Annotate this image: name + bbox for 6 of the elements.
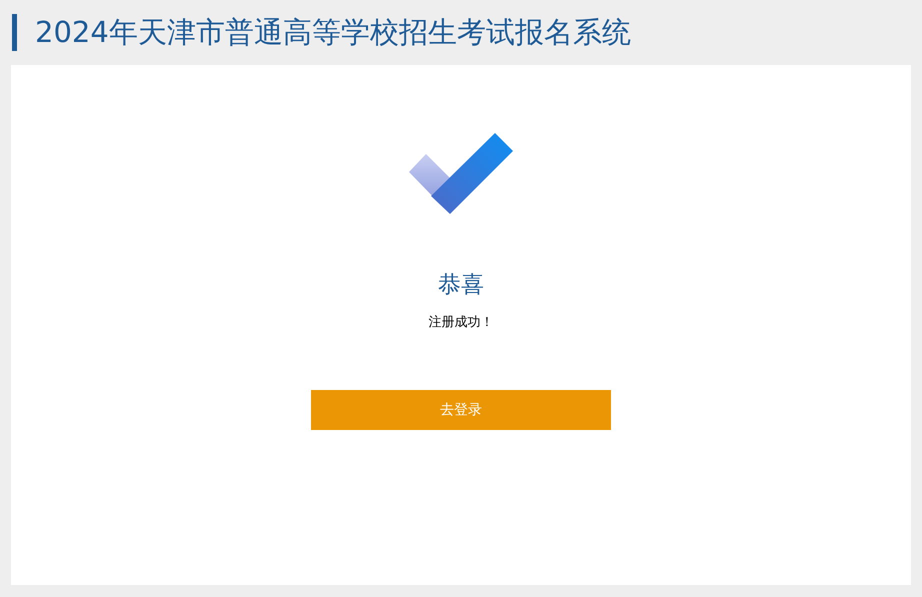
checkmark-icon — [408, 132, 514, 215]
title-accent-bar — [12, 14, 17, 51]
success-message: 注册成功！ — [428, 314, 494, 332]
login-button[interactable]: 去登录 — [311, 390, 611, 430]
congrats-heading: 恭喜 — [438, 271, 484, 300]
page-title: 2024年天津市普通高等学校招生考试报名系统 — [35, 14, 631, 50]
